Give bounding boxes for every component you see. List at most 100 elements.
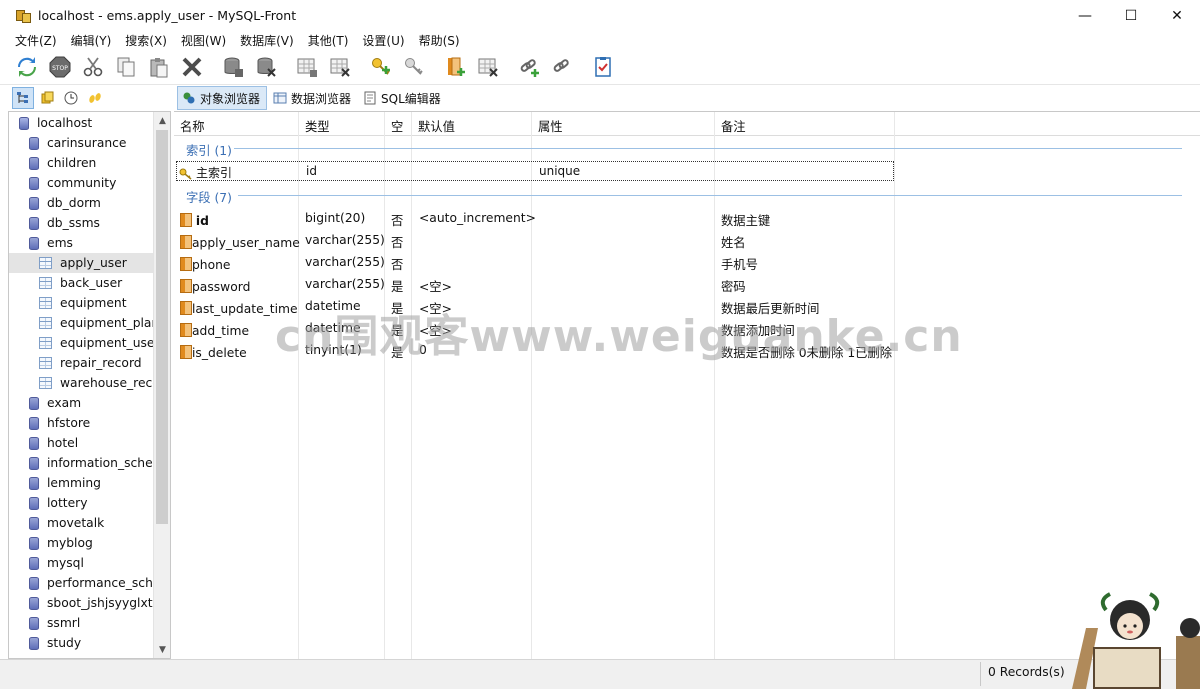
delete-foreign-key-button[interactable] [547, 53, 576, 81]
table-row[interactable]: phone varchar(255) 否 手机号 [174, 252, 894, 274]
close-button[interactable]: ✕ [1154, 0, 1200, 31]
delete-button[interactable] [177, 53, 206, 81]
properties-button[interactable] [588, 53, 617, 81]
tree-db-item[interactable]: information_schem [29, 453, 154, 473]
col-header-comment[interactable]: 备注 [721, 117, 746, 135]
field-type: varchar(255) [305, 277, 385, 291]
col-header-default[interactable]: 默认值 [418, 117, 455, 135]
tree-table-item[interactable]: back_user [39, 273, 154, 293]
record-count: 0 Records(s) [988, 665, 1065, 679]
tree-scroll-thumb[interactable] [156, 130, 168, 524]
navigator-button[interactable] [12, 86, 34, 109]
add-table-button[interactable] [292, 53, 321, 81]
bookmarks-button[interactable] [36, 87, 58, 109]
tree-db-item[interactable]: study [29, 633, 154, 653]
tree-db-label: ssmrl [47, 616, 81, 630]
delete-icon [182, 57, 201, 77]
tab-object-browser[interactable]: 对象浏览器 [177, 86, 268, 110]
tree-db-item[interactable]: performance_sche [29, 573, 154, 593]
stop-button[interactable]: STOP [45, 53, 74, 81]
tree-table-item[interactable]: repair_record [39, 353, 154, 373]
scroll-up-arrow-icon[interactable]: ▲ [154, 112, 170, 129]
tree-db-item[interactable]: db_dorm [29, 193, 101, 213]
tree-db-item[interactable]: myblog [29, 533, 154, 553]
menu-help[interactable]: 帮助(S) [412, 32, 467, 49]
tree-db-item[interactable]: mysql [29, 553, 154, 573]
tree-db-item[interactable]: lemming [29, 473, 154, 493]
minimize-button[interactable]: — [1062, 0, 1108, 31]
tree-table-item[interactable]: warehouse_reco [39, 373, 154, 393]
tree-host[interactable]: localhost [19, 113, 92, 133]
tree-db-item[interactable]: db_ssms [29, 213, 100, 233]
field-type: datetime [305, 321, 361, 335]
maximize-button[interactable]: ☐ [1108, 0, 1154, 31]
index-row[interactable]: 主索引 id unique [176, 161, 894, 181]
col-header-name[interactable]: 名称 [180, 117, 205, 135]
field-null: 是 [391, 280, 404, 294]
table-row[interactable]: last_update_time datetime 是 <空> 数据最后更新时间 [174, 296, 894, 318]
tree-db-item[interactable]: lottery [29, 493, 154, 513]
key-icon [179, 168, 192, 180]
jobs-button[interactable] [84, 87, 106, 109]
table-row[interactable]: apply_user_name varchar(255) 否 姓名 [174, 230, 894, 252]
tree-db-item[interactable]: children [29, 153, 96, 173]
history-button[interactable] [60, 87, 82, 109]
delete-field-button[interactable] [473, 53, 502, 81]
index-group-header[interactable]: 索引 (1) [186, 141, 232, 159]
add-field-button[interactable] [440, 53, 469, 81]
tab-data-browser[interactable]: 数据浏览器 [269, 86, 357, 110]
add-database-button[interactable] [218, 53, 247, 81]
table-row[interactable]: add_time datetime 是 <空> 数据添加时间 [174, 318, 894, 340]
tree-db-item[interactable]: exam [29, 393, 154, 413]
col-header-attribute[interactable]: 属性 [538, 117, 563, 135]
table-row[interactable]: is_delete tinyint(1) 是 0 数据是否删除 0未删除 1已删… [174, 340, 894, 362]
tree-table-item-selected[interactable]: apply_user [9, 253, 154, 273]
menu-edit[interactable]: 编辑(Y) [64, 32, 119, 49]
tree-db-item[interactable]: carinsurance [29, 133, 126, 153]
tree-table-item[interactable]: equipment [39, 293, 154, 313]
menu-settings[interactable]: 设置(U) [355, 32, 411, 49]
tree-table-item[interactable]: equipment_use_r [39, 333, 154, 353]
tree-db-item[interactable]: hotel [29, 433, 154, 453]
delete-index-button[interactable] [399, 53, 428, 81]
field-group-header[interactable]: 字段 (7) [186, 188, 232, 206]
refresh-button[interactable] [12, 53, 41, 81]
database-icon [29, 616, 39, 630]
footprint-icon [89, 92, 101, 103]
add-index-button[interactable] [366, 53, 395, 81]
paste-button[interactable] [144, 53, 173, 81]
database-icon [29, 596, 39, 610]
field-icon [180, 345, 192, 359]
cut-button[interactable] [78, 53, 107, 81]
tree-db-item[interactable]: community [29, 173, 116, 193]
scroll-down-arrow-icon[interactable]: ▼ [154, 641, 170, 658]
menu-database[interactable]: 数据库(V) [233, 32, 301, 49]
table-row[interactable]: id bigint(20) 否 <auto_increment> 数据主键 [174, 208, 894, 230]
database-icon [29, 176, 39, 190]
copy-button[interactable] [111, 53, 140, 81]
tree-db-item[interactable]: ssmrl [29, 613, 154, 633]
field-default: <空> [419, 324, 452, 338]
tree-db-label: children [47, 156, 97, 170]
tree-db-label: lottery [47, 496, 88, 510]
menu-file[interactable]: 文件(Z) [8, 32, 64, 49]
menu-view[interactable]: 视图(W) [174, 32, 233, 49]
refresh-icon [17, 57, 36, 77]
tree-table-item[interactable]: equipment_plan [39, 313, 154, 333]
menu-other[interactable]: 其他(T) [301, 32, 356, 49]
table-row[interactable]: password varchar(255) 是 <空> 密码 [174, 274, 894, 296]
tree-db-item[interactable]: hfstore [29, 413, 154, 433]
tree-db-item[interactable]: sboot_jshjsyyglxt [29, 593, 154, 613]
tree-db-label: community [47, 176, 117, 190]
delete-table-button[interactable] [325, 53, 354, 81]
add-foreign-key-button[interactable] [514, 53, 543, 81]
tab-sql-editor[interactable]: SQL编辑器 [359, 86, 447, 110]
col-header-type[interactable]: 类型 [305, 117, 330, 135]
menu-search[interactable]: 搜索(X) [118, 32, 174, 49]
data-browser-icon [273, 92, 287, 104]
col-header-null[interactable]: 空 [391, 117, 403, 135]
tree-scrollbar[interactable]: ▲ ▼ [153, 112, 170, 658]
tree-db-item[interactable]: ems [29, 233, 73, 253]
tree-db-item[interactable]: movetalk [29, 513, 154, 533]
delete-database-button[interactable] [251, 53, 280, 81]
